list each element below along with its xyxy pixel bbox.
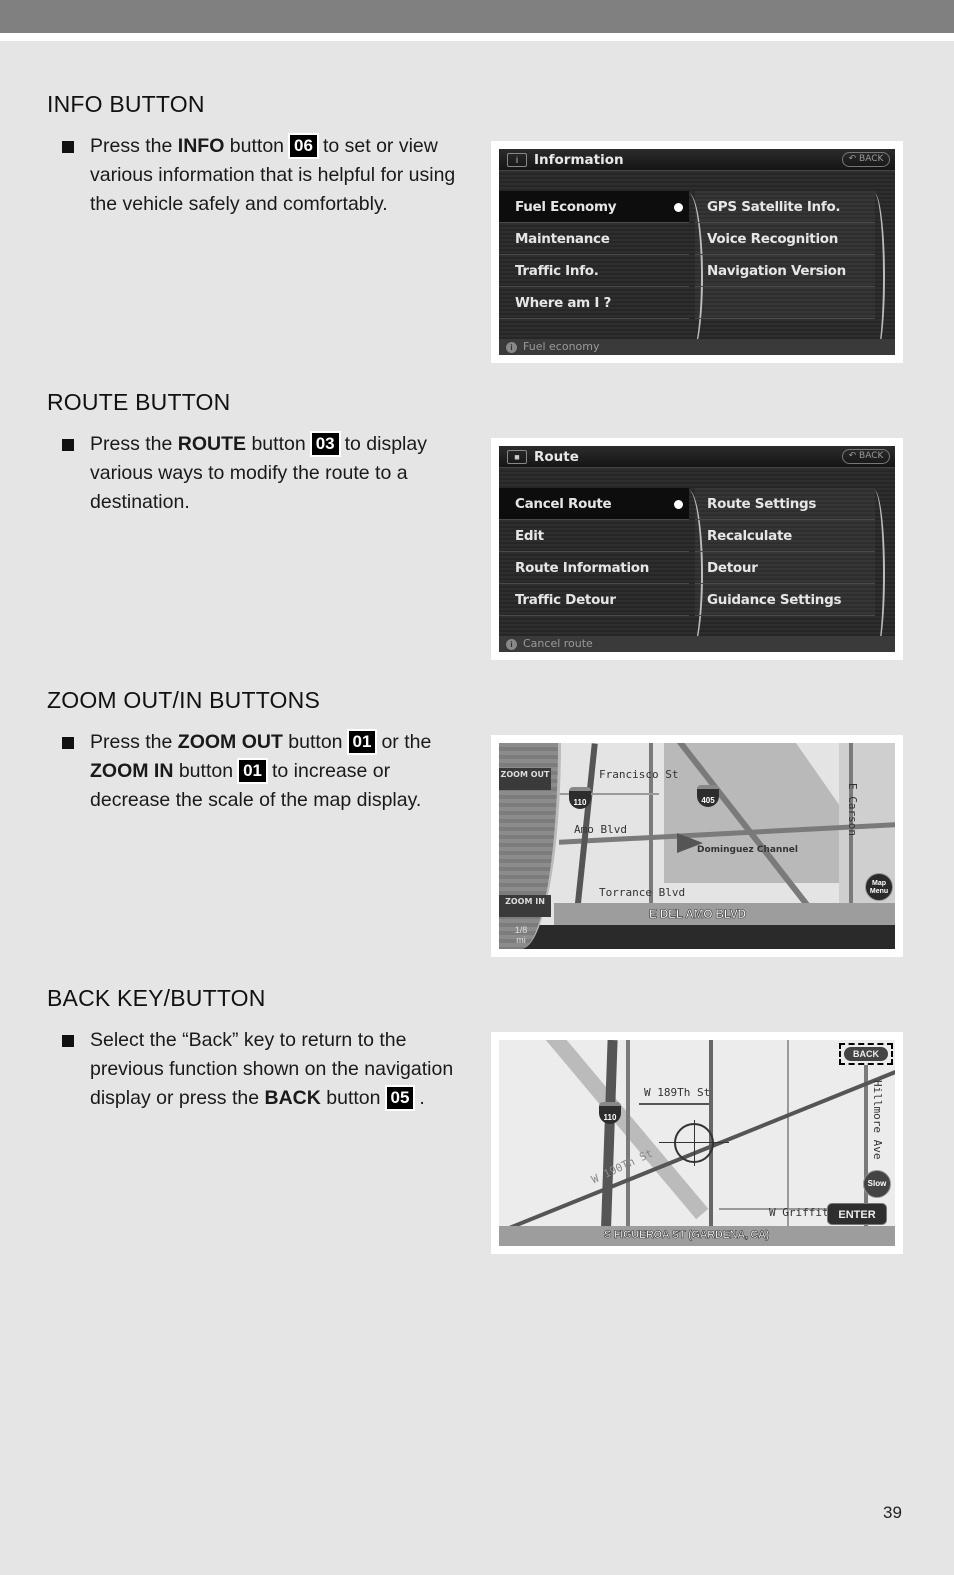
back-button[interactable]: BACK <box>844 1047 888 1061</box>
section-heading: ROUTE BUTTON <box>47 389 231 415</box>
back-map-screen: W 189Th St W 190Th St W Griffith Hillmor… <box>499 1040 895 1246</box>
route-screen-screenshot: ■ Route ↶ BACK Cancel Route Edit Route I… <box>491 438 903 660</box>
menu-item-route-settings[interactable]: Route Settings <box>695 488 875 520</box>
current-street-name: S FIGUEROA ST (GARDENA, CA) <box>604 1229 770 1242</box>
map-menu-button[interactable]: Map Menu <box>865 873 893 901</box>
street-label: W Griffith <box>769 1206 836 1219</box>
bullet-text: Press the INFO button 06 to set or view va… <box>90 133 456 215</box>
button-number-badge: 01 <box>237 758 268 784</box>
banner-gap <box>0 33 954 41</box>
menu-right-column: GPS Satellite Info. Voice Recognition Na… <box>695 191 875 319</box>
bullet-text: Press the ROUTE button 03 to display vario… <box>90 431 427 513</box>
page-number: 39 <box>883 1503 902 1522</box>
bullet-square-icon <box>62 1035 74 1047</box>
route-icon: ■ <box>507 450 527 464</box>
street-label: Hillmore Ave <box>871 1080 884 1160</box>
highway-shield-icon: 110 <box>569 787 591 809</box>
menu-item-traffic-detour[interactable]: Traffic Detour <box>499 584 689 616</box>
menu-header: ■ Route ↶ BACK <box>499 446 895 468</box>
current-street-name: E DEL AMO BLVD <box>649 907 747 922</box>
section-heading: INFO BUTTON <box>47 91 205 117</box>
vehicle-position-icon <box>677 833 703 853</box>
top-banner <box>0 0 954 33</box>
zoom-out-button[interactable]: ZOOM OUT <box>499 768 551 790</box>
information-menu-screen: i Information ↶ BACK Fuel Economy Mainte… <box>499 149 895 355</box>
highway-shield-icon: 110 <box>599 1102 621 1124</box>
street-label: E Carson <box>846 783 859 836</box>
button-number-badge: 03 <box>309 431 341 457</box>
button-number-badge: 01 <box>346 729 378 755</box>
zoom-map-screenshot: Francisco St Amo Blvd Torrance Blvd Domi… <box>491 735 903 957</box>
zoom-in-button[interactable]: ZOOM IN <box>499 895 551 917</box>
section-heading: BACK KEY/BUTTON <box>47 985 266 1011</box>
map-freeway <box>600 1040 618 1246</box>
bullet-square-icon <box>62 737 74 749</box>
menu-header: i Information ↶ BACK <box>499 149 895 171</box>
enter-button[interactable]: ENTER <box>827 1203 887 1225</box>
footer-hint: Cancel route <box>523 637 593 650</box>
highway-shield-icon: 405 <box>697 785 719 807</box>
menu-item-maintenance[interactable]: Maintenance <box>499 223 689 255</box>
waterway-label: Dominguez Channel <box>697 845 798 855</box>
section-heading: ZOOM OUT/IN BUTTONS <box>47 687 320 713</box>
street-label: Amo Blvd <box>574 823 627 836</box>
scroll-arc <box>867 490 885 652</box>
menu-left-column: Fuel Economy Maintenance Traffic Info. W… <box>499 191 689 319</box>
route-menu-screen: ■ Route ↶ BACK Cancel Route Edit Route I… <box>499 446 895 652</box>
menu-item-route-information[interactable]: Route Information <box>499 552 689 584</box>
menu-right-column: Route Settings Recalculate Detour Guidan… <box>695 488 875 616</box>
bullet-square-icon <box>62 141 74 153</box>
menu-title: Route <box>534 449 579 465</box>
menu-item-gps-satellite-info[interactable]: GPS Satellite Info. <box>695 191 875 223</box>
slow-indicator: Slow <box>863 1170 891 1198</box>
scroll-arc <box>867 193 885 355</box>
menu-item-traffic-info[interactable]: Traffic Info. <box>499 255 689 287</box>
back-button[interactable]: ↶ BACK <box>842 449 890 464</box>
menu-item-recalculate[interactable]: Recalculate <box>695 520 875 552</box>
button-number-badge: 06 <box>288 133 319 159</box>
bullet-text: Select the “Back” key to return to the p… <box>90 1029 454 1111</box>
menu-item-navigation-version[interactable]: Navigation Version <box>695 255 875 287</box>
info-icon: i <box>507 153 527 167</box>
info-circle-icon: i <box>506 639 517 650</box>
menu-item-edit[interactable]: Edit <box>499 520 689 552</box>
info-screen-screenshot: i Information ↶ BACK Fuel Economy Mainte… <box>491 141 903 363</box>
street-label: Torrance Blvd <box>599 886 686 899</box>
menu-item-guidance-settings[interactable]: Guidance Settings <box>695 584 875 616</box>
menu-title: Information <box>534 152 624 168</box>
map-bottom-band <box>499 925 895 949</box>
back-map-screenshot: W 189Th St W 190Th St W Griffith Hillmor… <box>491 1032 903 1254</box>
footer-hint: Fuel economy <box>523 340 600 353</box>
menu-body: Cancel Route Edit Route Information Traf… <box>499 468 895 652</box>
street-label: Francisco St <box>599 768 679 781</box>
menu-item-empty <box>695 287 875 319</box>
menu-item-detour[interactable]: Detour <box>695 552 875 584</box>
map-road <box>639 1103 709 1105</box>
menu-body: Fuel Economy Maintenance Traffic Info. W… <box>499 171 895 355</box>
menu-item-cancel-route[interactable]: Cancel Route <box>499 488 689 520</box>
zoom-map-screen: Francisco St Amo Blvd Torrance Blvd Domi… <box>499 743 895 949</box>
menu-item-voice-recognition[interactable]: Voice Recognition <box>695 223 875 255</box>
map-scale-readout: 1/8 mi <box>514 925 528 945</box>
back-button-highlight: BACK <box>839 1043 893 1065</box>
menu-footer: i Fuel economy <box>499 339 895 355</box>
menu-item-fuel-economy[interactable]: Fuel Economy <box>499 191 689 223</box>
crosshair-line <box>694 1120 695 1166</box>
menu-footer: i Cancel route <box>499 636 895 652</box>
back-button[interactable]: ↶ BACK <box>842 152 890 167</box>
bullet-square-icon <box>62 439 74 451</box>
button-number-badge: 05 <box>384 1085 416 1111</box>
map-road <box>626 1040 630 1246</box>
menu-item-where-am-i[interactable]: Where am I ? <box>499 287 689 319</box>
street-label: W 189Th St <box>644 1086 711 1099</box>
info-circle-icon: i <box>506 342 517 353</box>
bullet-text: Press the ZOOM OUT button 01 or the ZOOM IN… <box>90 729 432 811</box>
menu-left-column: Cancel Route Edit Route Information Traf… <box>499 488 689 616</box>
